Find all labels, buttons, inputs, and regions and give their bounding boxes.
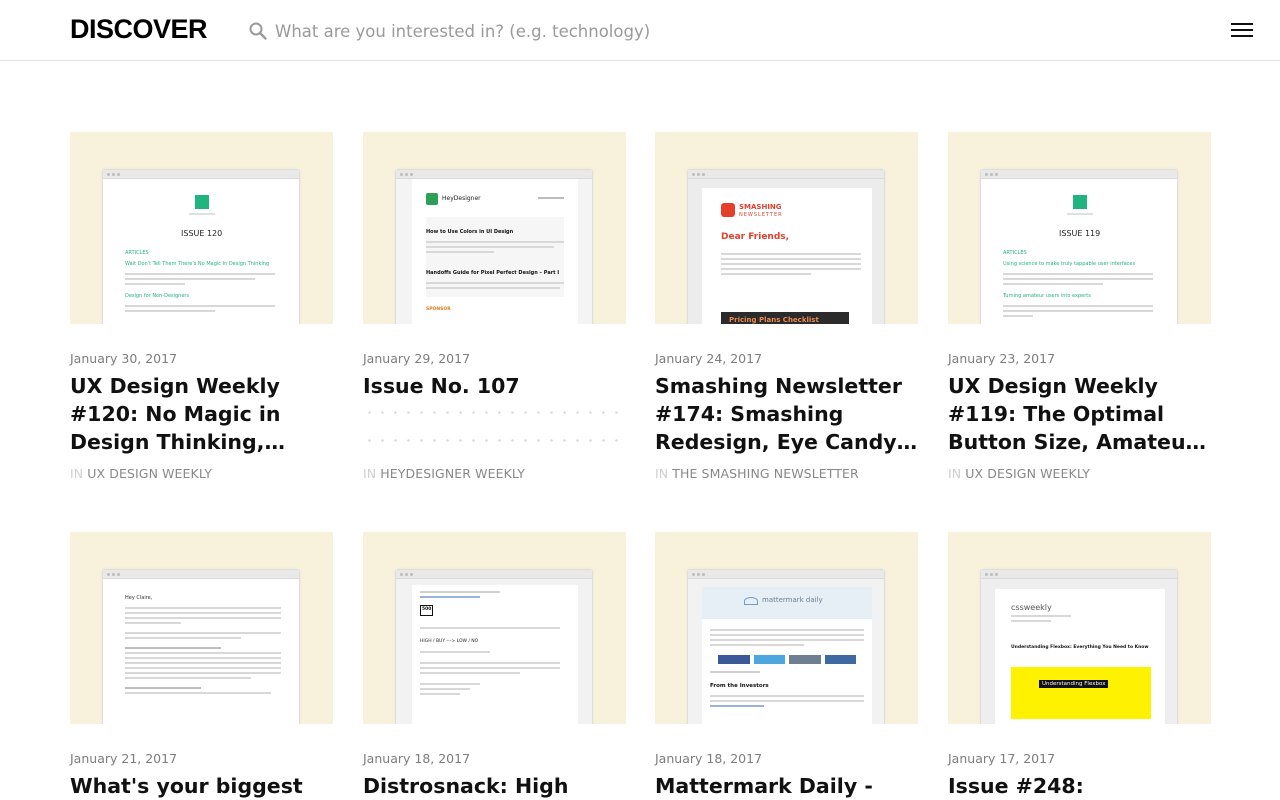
brand-subtitle: NEWSLETTER bbox=[739, 212, 783, 218]
hamburger-menu-icon[interactable] bbox=[1228, 18, 1258, 42]
email-preview: ISSUE 120 ARTICLES Wait Don't Tell Them … bbox=[102, 169, 300, 324]
source-link[interactable]: UX DESIGN WEEKLY bbox=[87, 466, 212, 481]
issue-label: ISSUE 119 bbox=[1059, 229, 1101, 238]
newsletter-title[interactable]: Distrosnack: High Intent bbox=[363, 772, 631, 800]
publish-date: January 24, 2017 bbox=[655, 351, 763, 366]
search-box[interactable] bbox=[248, 18, 708, 44]
newsletter-thumbnail[interactable]: SMASHING NEWSLETTER Dear Friends, Pricin… bbox=[655, 132, 918, 324]
email-greeting: Dear Friends, bbox=[721, 232, 790, 242]
newsletter-source: IN UX DESIGN WEEKLY bbox=[70, 466, 212, 481]
source-link[interactable]: HEYDESIGNER WEEKLY bbox=[380, 466, 525, 481]
newsletter-title[interactable]: Issue No. 107 bbox=[363, 372, 631, 400]
sponsor-label: SPONSOR bbox=[426, 307, 451, 312]
newsletter-title[interactable]: UX Design Weekly #119: The Optimal Butto… bbox=[948, 372, 1216, 456]
publish-date: January 29, 2017 bbox=[363, 351, 471, 366]
section-label: ARTICLES bbox=[1003, 250, 1027, 256]
article-link: Design for Non-Designers bbox=[125, 293, 190, 299]
source-link[interactable]: THE SMASHING NEWSLETTER bbox=[672, 466, 859, 481]
email-preview: Hey Claire, bbox=[102, 569, 300, 724]
article-link: Wait Don't Tell Them There's No Magic In… bbox=[125, 261, 270, 267]
newsletter-thumbnail[interactable]: mattermark daily From the Investors bbox=[655, 532, 918, 724]
search-input[interactable] bbox=[275, 18, 705, 44]
newsletter-source: IN THE SMASHING NEWSLETTER bbox=[655, 466, 859, 481]
share-buttons bbox=[718, 655, 856, 664]
mattermark-logo-icon bbox=[744, 597, 758, 605]
search-icon bbox=[249, 22, 267, 40]
newsletter-thumbnail[interactable]: ISSUE 119 ARTICLES Using science to make… bbox=[948, 132, 1211, 324]
newsletter-title[interactable]: Mattermark Daily - bbox=[655, 772, 923, 800]
newsletter-thumbnail[interactable]: HeyDesigner How to Use Colors in UI Desi… bbox=[363, 132, 626, 324]
promo-banner: Pricing Plans Checklist bbox=[729, 316, 819, 324]
funnel-line: HIGH / BUY ---> LOW / NO bbox=[420, 639, 479, 644]
heydesigner-logo-icon bbox=[426, 193, 438, 205]
email-preview: ISSUE 119 ARTICLES Using science to make… bbox=[980, 169, 1178, 324]
top-navigation-bar: DISCOVER bbox=[0, 0, 1280, 61]
article-link: Using science to make truly tappable use… bbox=[1003, 261, 1136, 267]
section-heading: From the Investors bbox=[710, 683, 769, 689]
article-heading: Understanding Flexbox: Everything You Ne… bbox=[1011, 645, 1149, 650]
newsletter-title[interactable]: Smashing Newsletter #174: Smashing Redes… bbox=[655, 372, 923, 456]
email-preview: mattermark daily From the Investors bbox=[687, 569, 885, 724]
newsletter-thumbnail[interactable]: Hey Claire, bbox=[70, 532, 333, 724]
newsletter-title[interactable]: UX Design Weekly #120: No Magic in Desig… bbox=[70, 372, 338, 456]
publish-date: January 30, 2017 bbox=[70, 351, 178, 366]
brand-name: 500 bbox=[422, 607, 432, 612]
source-link[interactable]: UX DESIGN WEEKLY bbox=[965, 466, 1090, 481]
article-link: Handoffs Guide for Pixel Perfect Design … bbox=[426, 270, 560, 276]
email-preview: HeyDesigner How to Use Colors in UI Desi… bbox=[395, 169, 593, 324]
brand-name: mattermark daily bbox=[762, 596, 823, 604]
email-preview: SMASHING NEWSLETTER Dear Friends, Pricin… bbox=[687, 169, 885, 324]
site-logo[interactable]: DISCOVER bbox=[70, 14, 208, 45]
brand-name: cssweekly bbox=[1011, 603, 1052, 612]
email-preview: 500 HIGH / BUY ---> LOW / NO bbox=[395, 569, 593, 724]
newsletter-thumbnail[interactable]: ISSUE 120 ARTICLES Wait Don't Tell Them … bbox=[70, 132, 333, 324]
brand-name: SMASHING bbox=[739, 203, 782, 211]
publish-date: January 17, 2017 bbox=[948, 751, 1056, 766]
publish-date: January 21, 2017 bbox=[70, 751, 178, 766]
newsletter-thumbnail[interactable]: cssweekly Understanding Flexbox: Everyth… bbox=[948, 532, 1211, 724]
newsletter-source: IN UX DESIGN WEEKLY bbox=[948, 466, 1090, 481]
publish-date: January 23, 2017 bbox=[948, 351, 1056, 366]
article-banner: Understanding Flexbox bbox=[1039, 680, 1109, 688]
brand-name: HeyDesigner bbox=[442, 195, 481, 202]
publish-date: January 18, 2017 bbox=[363, 751, 471, 766]
smashing-logo-icon bbox=[721, 203, 735, 217]
issue-label: ISSUE 120 bbox=[181, 229, 223, 238]
publish-date: January 18, 2017 bbox=[655, 751, 763, 766]
newsletter-title[interactable]: What's your biggest UX bbox=[70, 772, 338, 800]
placeholder-dots bbox=[363, 411, 626, 414]
article-link: Turning amateur users into experts bbox=[1003, 293, 1091, 299]
newsletter-thumbnail[interactable]: 500 HIGH / BUY ---> LOW / NO bbox=[363, 532, 626, 724]
ux-design-weekly-logo-icon bbox=[195, 195, 209, 209]
newsletter-title[interactable]: Issue #248: bbox=[948, 772, 1216, 800]
section-label: ARTICLES bbox=[125, 250, 149, 256]
ux-design-weekly-logo-icon bbox=[1073, 195, 1087, 209]
article-link: How to Use Colors in UI Design bbox=[426, 229, 514, 235]
placeholder-dots bbox=[363, 439, 626, 442]
email-greeting: Hey Claire, bbox=[125, 595, 153, 601]
newsletter-source: IN HEYDESIGNER WEEKLY bbox=[363, 466, 526, 481]
email-preview: cssweekly Understanding Flexbox: Everyth… bbox=[980, 569, 1178, 724]
